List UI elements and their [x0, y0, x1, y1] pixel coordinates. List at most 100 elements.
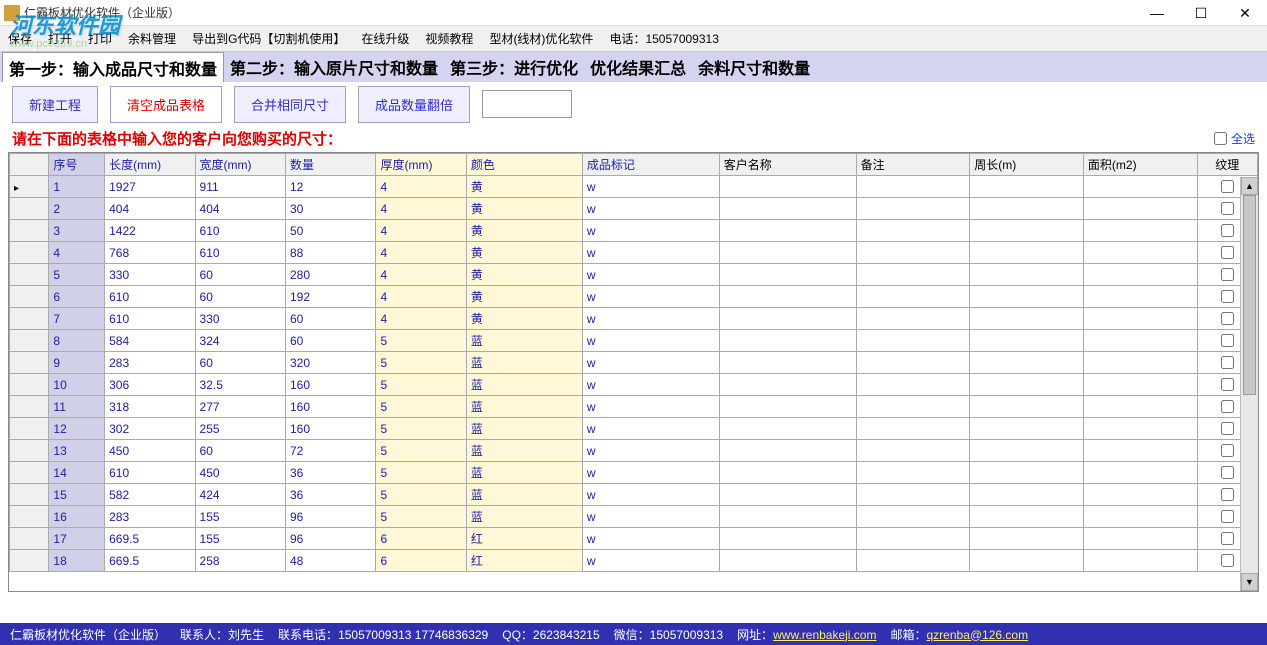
- menu-save[interactable]: 保存: [8, 30, 32, 47]
- cell-width[interactable]: 32.5: [195, 374, 285, 396]
- row-header[interactable]: [10, 462, 49, 484]
- col-perimeter[interactable]: 周长(m): [970, 154, 1084, 176]
- row-header[interactable]: [10, 242, 49, 264]
- row-header[interactable]: [10, 528, 49, 550]
- cell-color[interactable]: 蓝: [466, 396, 582, 418]
- cell-area[interactable]: [1083, 374, 1197, 396]
- cell-color[interactable]: 蓝: [466, 330, 582, 352]
- cell-customer[interactable]: [719, 484, 856, 506]
- cell-seq[interactable]: 6: [49, 286, 105, 308]
- cell-perimeter[interactable]: [970, 550, 1084, 572]
- cell-color[interactable]: 蓝: [466, 440, 582, 462]
- cell-customer[interactable]: [719, 396, 856, 418]
- col-customer[interactable]: 客户名称: [719, 154, 856, 176]
- qty-double-button[interactable]: 成品数量翻倍: [358, 86, 470, 123]
- cell-qty[interactable]: 12: [286, 176, 376, 198]
- maximize-button[interactable]: ☐: [1179, 0, 1223, 26]
- cell-length[interactable]: 283: [105, 352, 195, 374]
- cell-width[interactable]: 911: [195, 176, 285, 198]
- cell-customer[interactable]: [719, 198, 856, 220]
- cell-thickness[interactable]: 5: [376, 330, 466, 352]
- cell-note[interactable]: [856, 374, 970, 396]
- cell-thickness[interactable]: 5: [376, 484, 466, 506]
- menu-profile-opt[interactable]: 型材(线材)优化软件: [489, 30, 593, 47]
- row-header[interactable]: [10, 330, 49, 352]
- cell-customer[interactable]: [719, 286, 856, 308]
- clear-table-button[interactable]: 清空成品表格: [110, 86, 222, 123]
- col-width[interactable]: 宽度(mm): [195, 154, 285, 176]
- cell-mark[interactable]: w: [582, 220, 719, 242]
- texture-checkbox[interactable]: [1221, 466, 1234, 479]
- cell-seq[interactable]: 10: [49, 374, 105, 396]
- scroll-thumb[interactable]: [1243, 195, 1256, 395]
- cell-area[interactable]: [1083, 330, 1197, 352]
- cell-seq[interactable]: 8: [49, 330, 105, 352]
- minimize-button[interactable]: —: [1135, 0, 1179, 26]
- cell-mark[interactable]: w: [582, 550, 719, 572]
- tab-step1[interactable]: 第一步：输入成品尺寸和数量: [2, 52, 224, 82]
- cell-note[interactable]: [856, 308, 970, 330]
- cell-thickness[interactable]: 6: [376, 528, 466, 550]
- table-row[interactable]: 1345060725蓝w: [10, 440, 1258, 462]
- cell-color[interactable]: 黄: [466, 308, 582, 330]
- row-header[interactable]: [10, 286, 49, 308]
- table-row[interactable]: 5330602804黄w: [10, 264, 1258, 286]
- cell-color[interactable]: 黄: [466, 264, 582, 286]
- cell-perimeter[interactable]: [970, 440, 1084, 462]
- cell-seq[interactable]: 4: [49, 242, 105, 264]
- texture-checkbox[interactable]: [1221, 202, 1234, 215]
- cell-length[interactable]: 768: [105, 242, 195, 264]
- cell-mark[interactable]: w: [582, 440, 719, 462]
- cell-mark[interactable]: w: [582, 264, 719, 286]
- cell-seq[interactable]: 12: [49, 418, 105, 440]
- row-header[interactable]: [10, 418, 49, 440]
- cell-customer[interactable]: [719, 506, 856, 528]
- cell-area[interactable]: [1083, 418, 1197, 440]
- cell-color[interactable]: 蓝: [466, 462, 582, 484]
- cell-width[interactable]: 450: [195, 462, 285, 484]
- cell-mark[interactable]: w: [582, 352, 719, 374]
- texture-checkbox[interactable]: [1221, 246, 1234, 259]
- table-row[interactable]: 18669.5258486红w: [10, 550, 1258, 572]
- cell-note[interactable]: [856, 484, 970, 506]
- cell-thickness[interactable]: 5: [376, 462, 466, 484]
- texture-checkbox[interactable]: [1221, 356, 1234, 369]
- cell-perimeter[interactable]: [970, 462, 1084, 484]
- menu-export-gcode[interactable]: 导出到G代码【切割机使用】: [192, 30, 345, 47]
- cell-thickness[interactable]: 4: [376, 176, 466, 198]
- cell-seq[interactable]: 5: [49, 264, 105, 286]
- cell-area[interactable]: [1083, 462, 1197, 484]
- cell-customer[interactable]: [719, 308, 856, 330]
- table-row[interactable]: 14610450365蓝w: [10, 462, 1258, 484]
- cell-color[interactable]: 蓝: [466, 484, 582, 506]
- cell-seq[interactable]: 9: [49, 352, 105, 374]
- cell-thickness[interactable]: 5: [376, 440, 466, 462]
- cell-width[interactable]: 258: [195, 550, 285, 572]
- cell-customer[interactable]: [719, 462, 856, 484]
- table-row[interactable]: 113182771605蓝w: [10, 396, 1258, 418]
- menu-online-upgrade[interactable]: 在线升级: [361, 30, 409, 47]
- cell-color[interactable]: 蓝: [466, 352, 582, 374]
- cell-mark[interactable]: w: [582, 330, 719, 352]
- cell-note[interactable]: [856, 264, 970, 286]
- status-site-link[interactable]: www.renbakeji.com: [773, 628, 876, 642]
- cell-width[interactable]: 255: [195, 418, 285, 440]
- cell-area[interactable]: [1083, 242, 1197, 264]
- select-all-input[interactable]: [1214, 132, 1227, 145]
- table-row[interactable]: 1030632.51605蓝w: [10, 374, 1258, 396]
- cell-seq[interactable]: 17: [49, 528, 105, 550]
- cell-qty[interactable]: 72: [286, 440, 376, 462]
- col-qty[interactable]: 数量: [286, 154, 376, 176]
- cell-qty[interactable]: 160: [286, 396, 376, 418]
- cell-seq[interactable]: 16: [49, 506, 105, 528]
- cell-note[interactable]: [856, 286, 970, 308]
- col-note[interactable]: 备注: [856, 154, 970, 176]
- cell-note[interactable]: [856, 198, 970, 220]
- cell-thickness[interactable]: 4: [376, 198, 466, 220]
- cell-color[interactable]: 蓝: [466, 506, 582, 528]
- cell-length[interactable]: 610: [105, 308, 195, 330]
- cell-seq[interactable]: 13: [49, 440, 105, 462]
- row-header[interactable]: [10, 220, 49, 242]
- cell-area[interactable]: [1083, 440, 1197, 462]
- table-row[interactable]: 11927911124黄w: [10, 176, 1258, 198]
